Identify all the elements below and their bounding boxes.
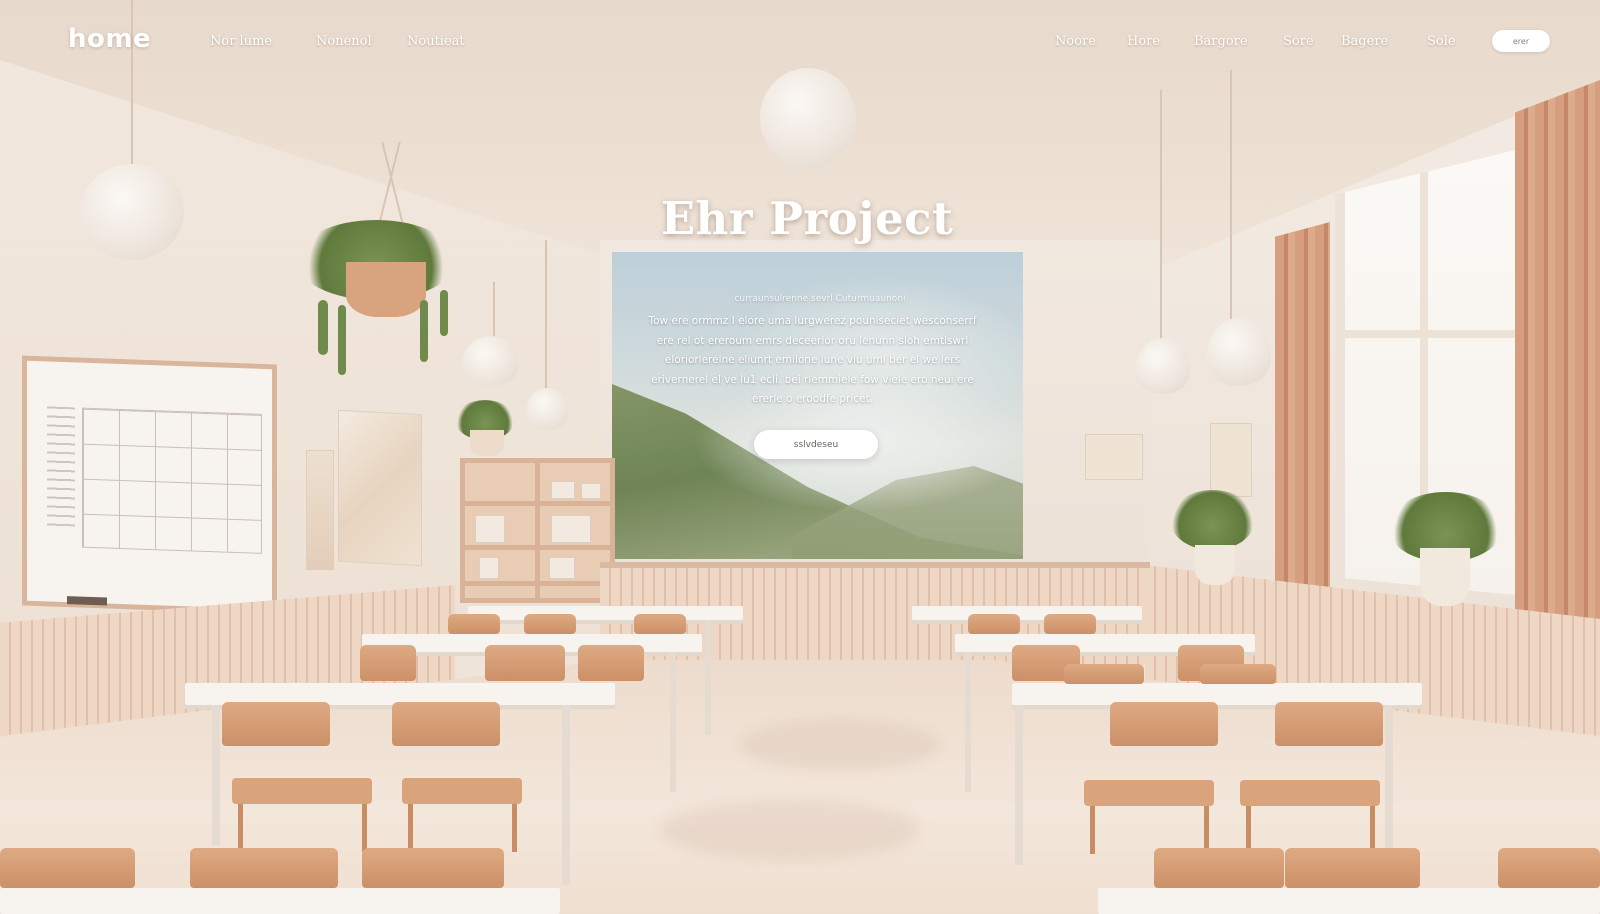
bookshelf (460, 458, 615, 603)
whiteboard-grid (82, 407, 262, 554)
nav-link-left-1[interactable]: Nor lume (210, 34, 272, 49)
chair (578, 645, 644, 681)
nav-link-right-6[interactable]: Sole (1427, 34, 1456, 49)
top-navbar: home Nor lume Nonenol Noutieat Noore Hor… (0, 0, 1600, 82)
nav-link-left-2[interactable]: Nonenol (316, 34, 372, 49)
desk (912, 606, 1142, 620)
chair (362, 848, 504, 888)
chair (524, 614, 576, 634)
chair (448, 614, 500, 634)
book (551, 515, 591, 543)
chair (968, 614, 1020, 634)
hero-description: Tow ere ormmz I elore uma lurgwerez poun… (648, 315, 977, 405)
desk (468, 606, 743, 620)
chair (392, 702, 500, 746)
potted-plant (1170, 490, 1255, 550)
chair (360, 645, 416, 681)
book (479, 557, 499, 579)
curtain-left (1275, 222, 1330, 592)
book (581, 483, 601, 499)
desk (1098, 888, 1600, 914)
hero-tagline: curraunsulrenne sevrl Cuturmuaunoni (734, 294, 906, 304)
plant-pot (346, 262, 426, 317)
nav-link-right-4[interactable]: Sore (1283, 34, 1314, 49)
wall-artwork (338, 409, 422, 567)
curtain-right (1515, 80, 1600, 620)
whiteboard-notes (47, 406, 75, 528)
book (475, 515, 505, 543)
brand-logo[interactable]: home (68, 24, 151, 54)
nav-link-right-3[interactable]: Bargore (1194, 34, 1248, 49)
chair (1275, 702, 1383, 746)
book (549, 557, 575, 579)
chair (1200, 664, 1276, 684)
wall-artwork (306, 450, 334, 570)
nav-link-right-2[interactable]: Hore (1127, 34, 1160, 49)
whiteboard (22, 355, 277, 615)
pendant-lamp (80, 164, 184, 260)
chair (222, 702, 330, 746)
marker-tray (67, 596, 107, 606)
chair (1064, 664, 1144, 684)
window-mullion (1345, 330, 1515, 338)
chair-rail (600, 562, 1150, 568)
chair (1044, 614, 1096, 634)
nav-link-right-5[interactable]: Bagere (1341, 34, 1388, 49)
chair (485, 645, 565, 681)
book (551, 481, 575, 499)
chair (1285, 848, 1420, 888)
nav-cta-button[interactable]: erer (1492, 30, 1550, 52)
hero-title: Ehr Project (660, 192, 954, 245)
ceiling-lamp (760, 68, 856, 168)
nav-link-right-1[interactable]: Noore (1055, 34, 1096, 49)
chair (634, 614, 686, 634)
pendant-lamp (526, 388, 568, 430)
desk (0, 888, 560, 914)
chair (190, 848, 338, 888)
wall-artwork (1085, 434, 1143, 480)
wall-artwork (1210, 423, 1252, 497)
chair (1498, 848, 1600, 888)
chair (1110, 702, 1218, 746)
landing-page: home Nor lume Nonenol Noutieat Noore Hor… (0, 0, 1600, 914)
hero-cta-button[interactable]: sslvdeseu (754, 430, 878, 459)
chair (1154, 848, 1284, 888)
nav-link-left-3[interactable]: Noutieat (407, 34, 465, 49)
chair (0, 848, 135, 888)
